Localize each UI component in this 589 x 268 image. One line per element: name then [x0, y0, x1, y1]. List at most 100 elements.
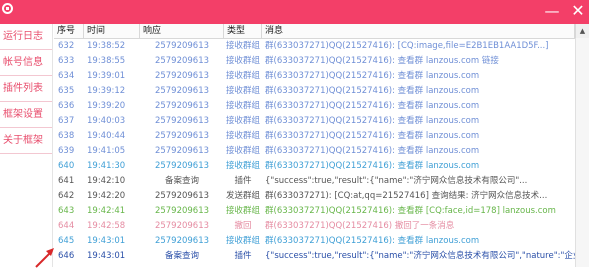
cell-type: 接收群组 — [225, 161, 260, 171]
cell-time: 19:41:30 — [87, 161, 126, 171]
cell-message: {"success":true,"result":{"name":"济宁网众信息… — [265, 251, 575, 261]
minimize-button[interactable]: — — [542, 1, 562, 21]
cell-time: 19:42:10 — [87, 176, 126, 186]
cell-seq: 641 — [58, 176, 75, 186]
cell-seq: 642 — [58, 191, 75, 201]
cell-type: 发送群组 — [225, 191, 260, 201]
cell-type: 撤回 — [234, 221, 252, 231]
title-bar: — ✕ — [0, 0, 589, 24]
cell-type: 接收群组 — [225, 236, 260, 246]
cell-response: 2579209613 — [154, 206, 210, 216]
log-table: 序号 时间 响应 类型 消息 ▲ 632 19:38:52 2579209613 接收… — [54, 24, 589, 267]
column-header-seq[interactable]: 序号 — [54, 24, 84, 38]
cell-response: 2579209613 — [154, 191, 210, 201]
cell-message: 群(633037271)QQ(21527416): 查看群 lanzous.co… — [265, 131, 480, 141]
cell-type: 插件 — [234, 251, 252, 261]
cell-message: 群(633037271)QQ(21527416): 查看群 lanzous.co… — [265, 236, 480, 246]
sidebar: 运行日志 帐号信息 插件列表 框架设置 关于框架 — [0, 24, 53, 267]
cell-response: 备案查询 — [164, 176, 199, 186]
cell-type: 接收群组 — [225, 71, 260, 81]
cell-response: 2579209613 — [154, 41, 210, 51]
log-row[interactable]: 636 19:39:20 2579209613 接收群组 群(633037271)QQ(… — [54, 99, 575, 114]
sidebar-item-account-info[interactable]: 帐号信息 — [0, 50, 52, 76]
cell-time: 19:43:01 — [87, 236, 126, 246]
cell-seq: 634 — [58, 71, 75, 81]
cell-time: 19:38:55 — [87, 56, 126, 66]
log-row[interactable]: 638 19:40:44 2579209613 接收群组 群(633037271)QQ(… — [54, 129, 575, 144]
cell-message: 群(633037271)QQ(21527416): 查看群 [CQ:face,i… — [265, 206, 556, 216]
cell-message: {"success":true,"result":{"name":"济宁网众信息… — [265, 176, 528, 186]
cell-time: 19:43:01 — [87, 251, 126, 261]
cell-type: 接收群组 — [225, 116, 260, 126]
log-row[interactable]: 637 19:40:03 2579209613 接收群组 群(633037271)QQ(… — [54, 114, 575, 129]
cell-time: 19:39:20 — [87, 101, 126, 111]
cell-response: 2579209613 — [154, 146, 210, 156]
cell-type: 接收群组 — [225, 86, 260, 96]
log-row[interactable]: 633 19:38:55 2579209613 接收群组 群(633037271)QQ(… — [54, 54, 575, 69]
cell-time: 19:38:52 — [87, 41, 126, 51]
cell-message: 群(633037271)QQ(21527416): 查看群 lanzous.co… — [265, 161, 480, 171]
log-row[interactable]: 632 19:38:52 2579209613 接收群组 群(633037271)QQ(… — [54, 39, 575, 54]
sidebar-item-plugin-list[interactable]: 插件列表 — [0, 76, 52, 102]
cell-time: 19:42:20 — [87, 191, 126, 201]
column-header-type[interactable]: 类型 — [224, 24, 262, 38]
log-row[interactable]: 646 19:43:01 备案查询 插件 {"success":true,"result… — [54, 249, 575, 264]
cell-response: 2579209613 — [154, 221, 210, 231]
cell-type: 接收群组 — [225, 206, 260, 216]
sidebar-item-about[interactable]: 关于框架 — [0, 128, 52, 154]
cell-message: 群(633037271)QQ(21527416): 查看群 lanzous.co… — [265, 101, 480, 111]
cell-seq: 645 — [58, 236, 75, 246]
column-header-message[interactable]: 消息 — [262, 24, 575, 38]
cell-time: 19:40:44 — [87, 131, 126, 141]
cell-message: 群(633037271)QQ(21527416): 查看群 lanzous.co… — [265, 71, 480, 81]
cell-message: 群(633037271)QQ(21527416): 查看群 lanzous.co… — [265, 86, 480, 96]
log-row[interactable]: 635 19:39:12 2579209613 接收群组 群(633037271)QQ(… — [54, 84, 575, 99]
sidebar-item-framework-settings[interactable]: 框架设置 — [0, 102, 52, 128]
log-row[interactable]: 634 19:39:01 2579209613 接收群组 群(633037271)QQ(… — [54, 69, 575, 84]
cell-seq: 640 — [58, 161, 75, 171]
log-row[interactable]: 643 19:42:41 2579209613 接收群组 群(633037271)QQ(… — [54, 204, 575, 219]
cell-type: 插件 — [234, 176, 252, 186]
sidebar-item-run-log[interactable]: 运行日志 — [0, 24, 52, 50]
cell-type: 接收群组 — [225, 41, 260, 51]
log-header: 序号 时间 响应 类型 消息 ▲ — [54, 24, 589, 39]
cell-response: 2579209613 — [154, 86, 210, 96]
cell-time: 19:41:05 — [87, 146, 126, 156]
vertical-scrollbar[interactable] — [575, 38, 589, 267]
cell-response: 2579209613 — [154, 161, 210, 171]
close-button[interactable]: ✕ — [568, 1, 588, 21]
cell-seq: 637 — [58, 116, 75, 126]
log-row[interactable]: 639 19:41:05 2579209613 接收群组 群(633037271)QQ(… — [54, 144, 575, 159]
red-arrow-icon — [35, 248, 54, 268]
cell-type: 接收群组 — [225, 101, 260, 111]
cell-response: 备案查询 — [164, 251, 199, 261]
log-row[interactable]: 641 19:42:10 备案查询 插件 {"success":true,"result… — [54, 174, 575, 189]
cell-time: 19:42:58 — [87, 221, 126, 231]
cell-seq: 638 — [58, 131, 75, 141]
cell-response: 2579209613 — [154, 101, 210, 111]
cell-response: 2579209613 — [154, 131, 210, 141]
cell-type: 接收群组 — [225, 56, 260, 66]
log-row[interactable]: 640 19:41:30 2579209613 接收群组 群(633037271)QQ(… — [54, 159, 575, 174]
log-row[interactable]: 642 19:42:20 2579209613 发送群组 群(633037271): [… — [54, 189, 575, 204]
cell-seq: 632 — [58, 41, 75, 51]
log-row[interactable]: 644 19:42:58 2579209613 撤回 群(633037271)QQ(21… — [54, 219, 575, 234]
cell-seq: 643 — [58, 206, 75, 216]
cell-response: 2579209613 — [154, 71, 210, 81]
app-logo-icon — [2, 3, 13, 14]
column-header-time[interactable]: 时间 — [84, 24, 140, 38]
cell-message: 群(633037271)QQ(21527416): 查看群 lanzous.co… — [265, 146, 480, 156]
cell-time: 19:39:12 — [87, 86, 126, 96]
cell-seq: 639 — [58, 146, 75, 156]
cell-time: 19:40:03 — [87, 116, 126, 126]
cell-message: 群(633037271)QQ(21527416): [CQ:image,file… — [265, 41, 549, 51]
log-row[interactable]: 645 19:43:01 2579209613 接收群组 群(633037271)QQ(… — [54, 234, 575, 249]
cell-message: 群(633037271): [CQ:at,qq=21527416] 查询结果: … — [265, 191, 548, 201]
cell-message: 群(633037271)QQ(21527416) 撤回了一条消息 — [265, 221, 455, 231]
cell-time: 19:42:41 — [87, 206, 126, 216]
column-header-response[interactable]: 响应 — [140, 24, 224, 38]
cell-type: 接收群组 — [225, 146, 260, 156]
cell-seq: 644 — [58, 221, 75, 231]
scroll-up-button[interactable]: ▲ — [575, 24, 589, 38]
cell-seq: 635 — [58, 86, 75, 96]
